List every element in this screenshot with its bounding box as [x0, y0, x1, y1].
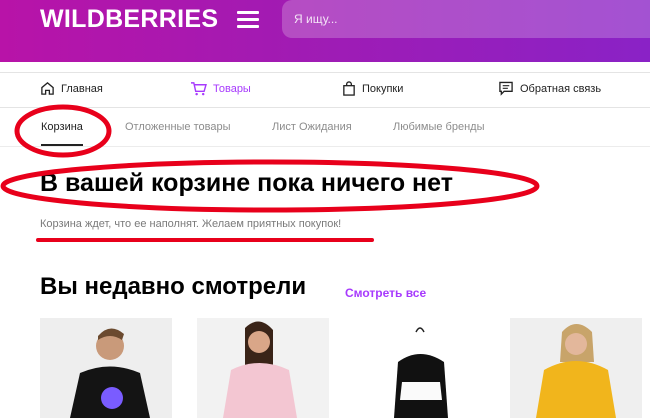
cart-icon	[191, 82, 207, 96]
nav-label-goods: Товары	[213, 82, 251, 95]
home-icon	[41, 82, 54, 95]
nav-item-feedback[interactable]: Обратная связь	[498, 81, 601, 96]
nav-label-purchases: Покупки	[362, 82, 404, 95]
nav-label-feedback: Обратная связь	[520, 82, 602, 95]
tab-waitlist[interactable]: Лист Ожидания	[272, 121, 352, 133]
cart-tabs: Корзина Отложенные товары Лист Ожидания …	[0, 108, 650, 147]
nav-label-home: Главная	[61, 82, 103, 95]
product-card[interactable]	[354, 318, 486, 418]
product-image	[510, 318, 642, 418]
empty-cart-title: В вашей корзине пока ничего нет	[40, 169, 453, 197]
tab-cart[interactable]: Корзина	[41, 121, 83, 133]
recently-viewed-title: Вы недавно смотрели	[40, 273, 307, 300]
bag-icon	[343, 81, 355, 96]
search-input[interactable]	[282, 0, 650, 38]
menu-icon[interactable]	[237, 11, 259, 29]
main-nav: Главная Товары Покупки Обратная связь	[0, 72, 650, 108]
tab-deferred[interactable]: Отложенные товары	[125, 121, 231, 133]
empty-cart-subtitle: Корзина ждет, что ее наполнят. Желаем пр…	[40, 218, 342, 230]
product-card[interactable]	[40, 318, 172, 418]
product-image	[197, 318, 329, 418]
active-tab-indicator	[41, 144, 83, 146]
site-header: WILDBERRIES	[0, 0, 650, 62]
chat-icon	[499, 81, 513, 96]
see-all-link[interactable]: Смотреть все	[345, 286, 426, 300]
nav-item-purchases[interactable]: Покупки	[342, 81, 403, 96]
nav-item-goods[interactable]: Товары	[190, 81, 251, 96]
nav-item-home[interactable]: Главная	[40, 81, 103, 96]
product-image	[40, 318, 172, 418]
product-card[interactable]	[197, 318, 329, 418]
product-image	[354, 318, 486, 418]
tab-favorite-brands[interactable]: Любимые бренды	[393, 121, 485, 133]
product-card[interactable]	[510, 318, 642, 418]
wildberries-logo[interactable]: WILDBERRIES	[40, 5, 218, 34]
